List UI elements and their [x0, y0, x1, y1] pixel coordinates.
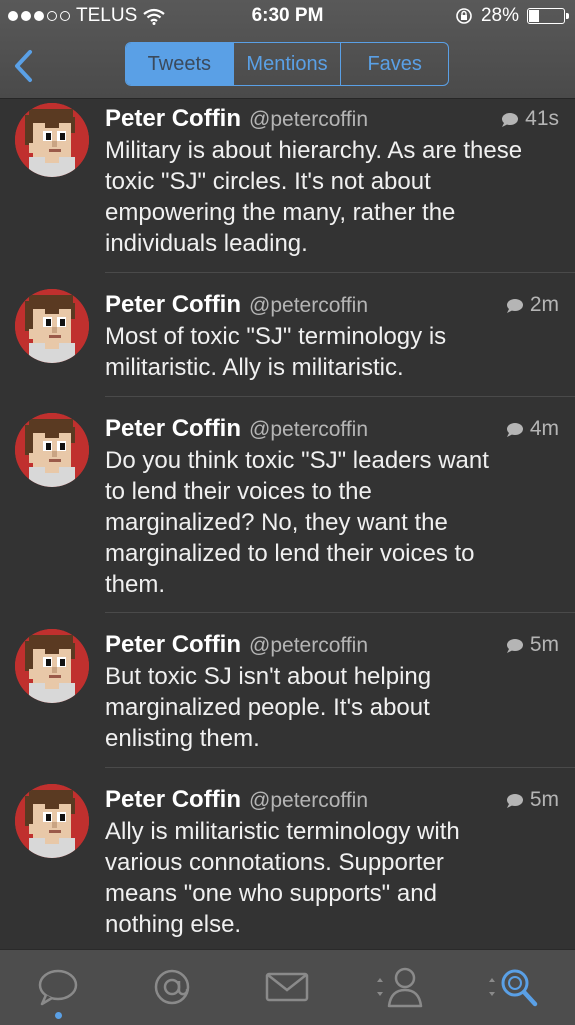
tab-messages[interactable]: [257, 962, 317, 1012]
author-name[interactable]: Peter Coffin: [105, 415, 241, 442]
tab-timeline[interactable]: [28, 962, 88, 1012]
tab-tweets[interactable]: Tweets: [126, 43, 233, 85]
tab-search[interactable]: [484, 962, 544, 1012]
active-tab-indicator: [55, 1012, 62, 1019]
avatar[interactable]: [15, 103, 89, 177]
tweet-header: Peter Coffin @petercoffin 5m: [105, 631, 559, 661]
tab-mentions[interactable]: Mentions: [232, 43, 341, 85]
tweet-line: to lend their voices to the: [105, 478, 372, 505]
tweet-line: Ally is militaristic terminology with: [105, 818, 460, 845]
tab-profile[interactable]: [370, 962, 430, 1012]
tweet-time: 5m: [506, 788, 559, 812]
conversation-icon: [506, 422, 523, 437]
tab-faves[interactable]: Faves: [340, 43, 448, 85]
tweet-line: empowering the many, rather the: [105, 199, 456, 226]
status-right: 28%: [455, 5, 569, 27]
tweet-line: militaristic. Ally is militaristic.: [105, 354, 404, 381]
author-name[interactable]: Peter Coffin: [105, 786, 241, 813]
tweet-header: Peter Coffin @petercoffin 41s: [105, 105, 559, 135]
author-handle[interactable]: @petercoffin: [249, 294, 368, 317]
author-handle[interactable]: @petercoffin: [249, 789, 368, 812]
tweet-time: 2m: [506, 293, 559, 317]
tweet-text: Most of toxic "SJ" terminology is milita…: [105, 321, 559, 383]
author-handle[interactable]: @petercoffin: [249, 634, 368, 657]
tweet-line: them.: [105, 571, 166, 598]
envelope-icon: [265, 972, 309, 1002]
divider: [105, 767, 575, 768]
tweet-line: means "one who supports" and: [105, 880, 437, 907]
avatar[interactable]: [15, 629, 89, 703]
author-name[interactable]: Peter Coffin: [105, 631, 241, 658]
divider: [105, 396, 575, 397]
conversation-icon: [506, 793, 523, 808]
tweet-line: nothing else.: [105, 911, 242, 938]
tweet-line: marginalized to lend their voices to: [105, 540, 475, 567]
tweet-age: 41s: [525, 107, 559, 130]
chat-bubble-icon: [38, 969, 78, 1006]
profile-icon: [377, 967, 423, 1008]
tweet-timeline[interactable]: Peter Coffin @petercoffin 41s Military is…: [0, 99, 575, 949]
at-sign-icon: [154, 969, 190, 1005]
rotation-lock-icon: [456, 8, 472, 24]
tweet-text: But toxic SJ isn't about helping margina…: [105, 661, 559, 754]
tweet-time: 5m: [506, 633, 559, 657]
chevron-left-icon[interactable]: [10, 46, 40, 86]
divider: [105, 612, 575, 613]
top-bar: TELUS 6:30 PM 28% Tweets Mentions Faves: [0, 0, 575, 99]
tweet-time: 4m: [506, 417, 559, 441]
status-bar: TELUS 6:30 PM 28%: [0, 0, 575, 34]
tweet-line: But toxic SJ isn't about helping: [105, 663, 432, 690]
tweet-age: 4m: [529, 417, 559, 440]
avatar[interactable]: [15, 289, 89, 363]
tweet-line: Military is about hierarchy. As are thes…: [105, 137, 523, 164]
avatar[interactable]: [15, 784, 89, 858]
tweet-text: Do you think toxic "SJ" leaders want to …: [105, 445, 559, 600]
tweet-text: Military is about hierarchy. As are thes…: [105, 135, 559, 259]
tweet-header: Peter Coffin @petercoffin 5m: [105, 786, 559, 816]
conversation-icon: [506, 298, 523, 313]
battery-icon: [527, 8, 569, 24]
tab-mentions-bar[interactable]: [142, 962, 202, 1012]
author-name[interactable]: Peter Coffin: [105, 291, 241, 318]
avatar[interactable]: [15, 413, 89, 487]
tweet-header: Peter Coffin @petercoffin 4m: [105, 415, 559, 445]
tweet-age: 5m: [529, 788, 559, 811]
tweet-time: 41s: [501, 107, 559, 131]
tweet-header: Peter Coffin @petercoffin 2m: [105, 291, 559, 321]
tweet-text: Ally is militaristic terminology with va…: [105, 816, 559, 940]
conversation-icon: [506, 638, 523, 653]
author-handle[interactable]: @petercoffin: [249, 418, 368, 441]
bottom-tab-bar: [0, 949, 575, 1025]
tweet-line: individuals leading.: [105, 230, 308, 257]
tweet-line: Do you think toxic "SJ" leaders want: [105, 447, 489, 474]
author-handle[interactable]: @petercoffin: [249, 108, 368, 131]
tweet-line: Most of toxic "SJ" terminology is: [105, 323, 447, 350]
conversation-icon: [502, 112, 519, 127]
tweet-line: enlisting them.: [105, 725, 260, 752]
tweet-line: marginalized? No, they want the: [105, 509, 448, 536]
tweet-age: 5m: [529, 633, 559, 656]
tweet-line: toxic "SJ" circles. It's not about: [105, 168, 431, 195]
battery-percent: 28%: [480, 5, 519, 26]
tweet-line: marginalized people. It's about: [105, 694, 430, 721]
search-icon: [489, 969, 538, 1007]
divider: [105, 272, 575, 273]
timeline-segmented-control: Tweets Mentions Faves: [125, 42, 449, 86]
tweet-age: 2m: [529, 293, 559, 316]
author-name[interactable]: Peter Coffin: [105, 105, 241, 132]
tweet-line: various connotations. Supporter: [105, 849, 444, 876]
